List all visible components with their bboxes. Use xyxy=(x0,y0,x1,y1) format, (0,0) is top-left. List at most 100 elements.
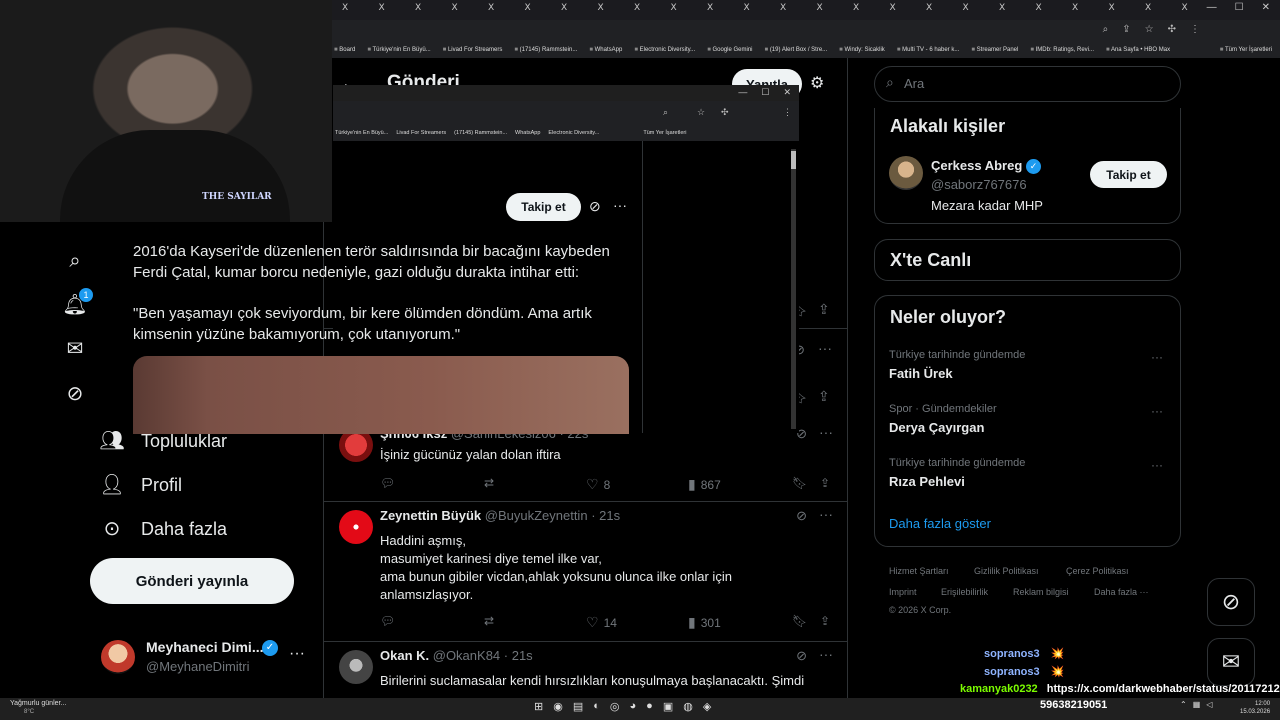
browser-tab[interactable]: X xyxy=(1182,3,1188,13)
search-icon[interactable]: ⌕ xyxy=(62,248,88,274)
browser-tab[interactable]: X xyxy=(379,3,385,13)
more-icon[interactable]: ··· xyxy=(819,424,833,440)
bookmark[interactable]: Ana Sayfa • HBO Max xyxy=(1106,47,1170,53)
like-button[interactable]: ♡ 14 xyxy=(586,614,617,631)
browser-tab[interactable]: X xyxy=(780,3,786,13)
communities-icon[interactable]: 👥︎ xyxy=(99,428,125,454)
all-bookmarks[interactable]: Tüm Yer İşaretleri xyxy=(643,130,686,136)
reply-name[interactable]: Zeynettin Büyük xyxy=(380,508,481,523)
bookmark[interactable]: WhatsApp xyxy=(589,47,623,53)
mail-icon[interactable]: ✉ xyxy=(62,336,88,362)
browser-tab[interactable]: X xyxy=(525,3,531,13)
search-input[interactable]: Ara xyxy=(904,76,924,91)
reply-name[interactable]: Okan K. xyxy=(380,648,429,663)
reply-item[interactable]: Okan K. @OkanK84 · 21s ⊘ ··· Birilerini … xyxy=(324,642,847,698)
app-icon[interactable]: ◈ xyxy=(703,700,711,713)
post-button[interactable]: Gönderi yayınla xyxy=(90,558,294,604)
browser-tab[interactable]: X xyxy=(1145,3,1151,13)
retweet-icon[interactable]: ⇄ xyxy=(484,614,494,628)
bookmark[interactable]: Türkiye'nin En Büyü... xyxy=(335,130,388,136)
footer-link[interactable]: Daha fazla ··· xyxy=(1094,587,1149,597)
settings-sliders-icon[interactable]: ⚙ xyxy=(810,73,824,93)
browser-tab[interactable]: X xyxy=(634,3,640,13)
browser-tab[interactable]: X xyxy=(963,3,969,13)
menu-icon[interactable]: ⋮ xyxy=(1190,24,1200,35)
more-circle-icon[interactable]: ⊙ xyxy=(99,516,125,542)
footer-link[interactable]: Gizlilik Politikası xyxy=(974,566,1039,576)
star-icon[interactable]: ☆ xyxy=(697,107,705,118)
browser-tab[interactable]: X xyxy=(817,3,823,13)
messages-fab-icon[interactable]: ✉ xyxy=(1207,638,1255,686)
close-icon[interactable]: ✕ xyxy=(1262,2,1270,13)
discord-icon[interactable]: ◕ xyxy=(630,700,637,713)
related-user-name[interactable]: Çerkess Abreg xyxy=(931,158,1022,173)
grok-icon[interactable]: ⊘ xyxy=(62,381,88,407)
browser-tab[interactable]: X xyxy=(452,3,458,13)
bookmark[interactable]: WhatsApp xyxy=(515,130,540,136)
extensions-icon[interactable]: ✣ xyxy=(721,107,729,118)
lens-icon[interactable]: ⌕ xyxy=(663,107,668,118)
comment-icon[interactable]: 💬︎ xyxy=(380,476,395,490)
bookmark[interactable]: IMDb: Ratings, Revi... xyxy=(1030,47,1094,53)
bookmark[interactable]: Streamer Panel xyxy=(971,47,1019,53)
share-icon[interactable]: ⇪ xyxy=(820,476,830,490)
comment-icon[interactable]: 💬︎ xyxy=(380,614,395,628)
browser-tab[interactable]: X xyxy=(488,3,494,13)
browser-tab[interactable]: X xyxy=(999,3,1005,13)
star-icon[interactable]: ☆ xyxy=(1145,24,1154,35)
browser-tab[interactable]: X xyxy=(926,3,932,13)
clock[interactable]: 12:00 15.03.2026 xyxy=(1240,700,1270,716)
profile-icon[interactable]: 👤︎ xyxy=(99,472,125,498)
reply-item[interactable]: Zeynettin Büyük @BuyukZeynettin · 21s ⊘ … xyxy=(324,502,847,642)
bookmark[interactable]: Türkiye'nin En Büyü... xyxy=(367,47,431,53)
bookmark[interactable]: Google Gemini xyxy=(707,47,752,53)
bookmark[interactable]: (17145) Rammstein... xyxy=(514,47,578,53)
browser-tab[interactable]: X xyxy=(853,3,859,13)
footer-link[interactable]: Imprint xyxy=(889,587,917,597)
grok-icon[interactable]: ⊘ xyxy=(796,508,807,524)
share-icon[interactable]: ⇪ xyxy=(818,388,830,405)
more-icon[interactable]: ··· xyxy=(819,506,833,522)
views-button[interactable]: ▮ 867 xyxy=(688,476,721,493)
browser-tab[interactable]: X xyxy=(598,3,604,13)
show-more-link[interactable]: Daha fazla göster xyxy=(889,516,991,531)
more-icon[interactable]: ··· xyxy=(819,646,833,662)
maximize-icon[interactable]: ☐ xyxy=(1235,2,1244,13)
bookmark[interactable]: Board xyxy=(334,47,355,53)
more-icon[interactable]: ··· xyxy=(1151,350,1163,364)
obs-icon[interactable]: ◍ xyxy=(683,700,693,713)
trend-name[interactable]: Rıza Pehlevi xyxy=(889,474,965,489)
views-button[interactable]: ▮ 301 xyxy=(688,614,721,631)
browser-tab[interactable]: X xyxy=(671,3,677,13)
share-icon[interactable]: ⇪ xyxy=(820,614,830,628)
account-name[interactable]: Meyhaneci Dimi... xyxy=(146,639,263,655)
nav-profile[interactable]: Profil xyxy=(141,475,182,496)
maximize-icon[interactable]: ☐ xyxy=(761,87,769,98)
follow-button[interactable]: Takip et xyxy=(1090,161,1167,188)
browser-tab[interactable]: X xyxy=(561,3,567,13)
extensions-icon[interactable]: ✣ xyxy=(1168,24,1176,35)
browser-tab[interactable]: X xyxy=(1036,3,1042,13)
more-icon[interactable]: ··· xyxy=(289,645,305,663)
more-icon[interactable]: ··· xyxy=(613,197,627,213)
share-icon[interactable]: ⇪ xyxy=(1122,24,1130,35)
grok-icon[interactable]: ⊘ xyxy=(589,198,601,215)
bookmark[interactable]: Windy: Sicaklik xyxy=(839,47,884,53)
bookmark-icon[interactable]: 🔖︎ xyxy=(792,476,807,490)
menu-icon[interactable]: ⋮ xyxy=(783,107,792,118)
browser-tab[interactable]: X xyxy=(1072,3,1078,13)
trend-name[interactable]: Derya Çayırgan xyxy=(889,420,984,435)
network-icon[interactable]: ▦ xyxy=(1193,700,1201,709)
bookmark[interactable]: Electronic Diversity... xyxy=(548,130,599,136)
footer-link[interactable]: Hizmet Şartları xyxy=(889,566,949,576)
bookmark[interactable]: (17145) Rammstein... xyxy=(454,130,507,136)
minimize-icon[interactable]: — xyxy=(738,87,747,98)
reply-avatar[interactable] xyxy=(339,650,373,684)
all-bookmarks[interactable]: Tüm Yer İşaretleri xyxy=(1220,47,1272,53)
chevron-up-icon[interactable]: ⌃ xyxy=(1180,700,1187,709)
browser-tab[interactable]: X xyxy=(890,3,896,13)
popup-address-bar[interactable]: ⌕ ☆ ✣ ⋮ xyxy=(333,101,799,125)
epic-games-icon[interactable]: ▣ xyxy=(663,700,673,713)
footer-link[interactable]: Çerez Politikası xyxy=(1066,566,1129,576)
weather-title[interactable]: Yağmurlu günler... xyxy=(10,700,66,707)
